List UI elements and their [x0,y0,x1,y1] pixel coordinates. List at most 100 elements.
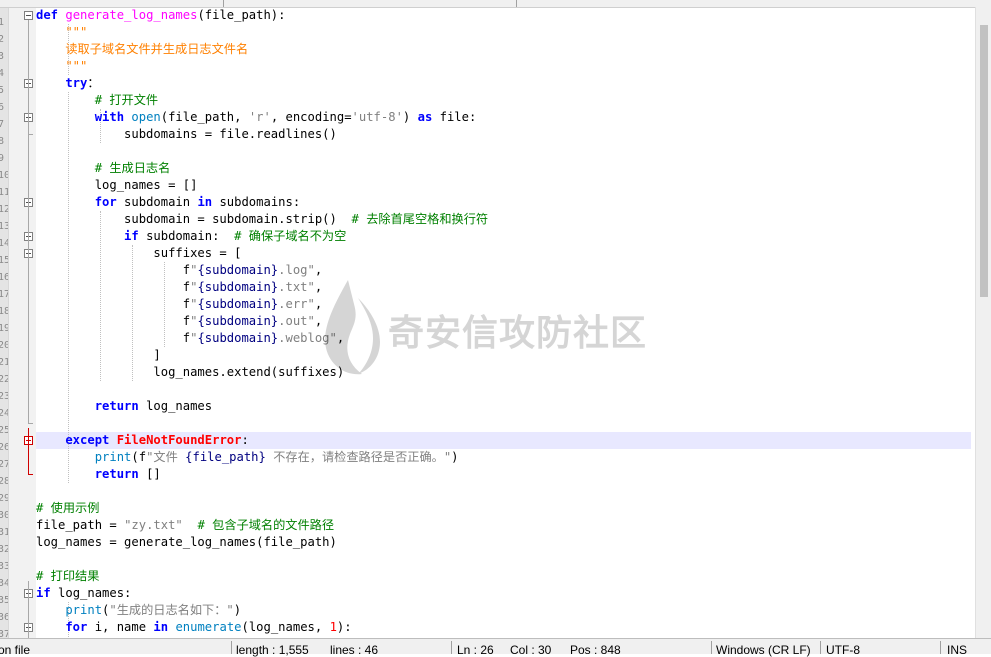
status-encoding[interactable]: UTF-8 [826,643,860,657]
line-number: 8 [0,136,5,147]
code-token: print [36,603,103,617]
code-line[interactable]: except FileNotFoundError: [36,432,248,449]
code-token: with [36,110,132,124]
code-line[interactable]: subdomains = file.readlines() [36,126,337,143]
code-line[interactable]: f"{subdomain}.weblog", [36,330,344,347]
code-line[interactable]: 读取子域名文件并生成日志文件名 [36,41,248,58]
code-line[interactable]: def generate_log_names(file_path): [36,7,286,24]
code-line[interactable]: f"{subdomain}.err", [36,296,322,313]
line-number: 27 [0,459,8,470]
code-token: print [36,450,132,464]
fold-toggle-icon[interactable] [24,11,33,20]
vertical-scrollbar[interactable] [975,7,991,638]
code-line[interactable]: subdomain = subdomain.strip() # 去除首尾空格和换… [36,211,488,228]
code-token: f [36,314,191,328]
code-token: [] [138,467,161,481]
code-line[interactable]: suffixes = [ [36,245,241,262]
code-line[interactable]: return log_names [36,398,212,415]
status-file-type: on file [0,643,31,657]
code-line[interactable]: for i, name in enumerate(log_names, 1): [36,619,351,636]
code-token: ) [233,603,242,617]
code-line[interactable]: if subdomain: # 确保子域名不为空 [36,228,346,245]
code-token: # 生成日志名 [36,161,171,175]
code-token: """ [36,25,88,39]
code-line[interactable]: for subdomain in subdomains: [36,194,301,211]
line-number: 31 [0,527,8,538]
code-line[interactable]: # 生成日志名 [36,160,171,177]
line-number: 36 [0,612,8,623]
code-line[interactable]: print(f"文件 {file_path} 不存在，请检查路径是否正确。") [36,449,459,466]
code-line[interactable]: # 使用示例 [36,500,99,517]
code-token: 1 [329,620,337,634]
code-line[interactable]: return [] [36,466,161,483]
code-token: f [36,280,191,294]
code-token: if [36,229,139,243]
code-token: in [197,195,213,209]
line-number: 19 [0,323,8,334]
code-token: ) [402,110,418,124]
code-line[interactable]: ] [36,347,161,364]
code-line[interactable]: try： [36,75,99,92]
code-line[interactable]: print("生成的日志名如下：") [36,602,241,619]
status-insert-mode[interactable]: INS [947,643,967,657]
line-number: 17 [0,289,8,300]
status-eol-format[interactable]: Windows (CR LF) [716,643,811,657]
line-number: 9 [0,153,5,164]
code-token: log_names = [] [36,178,198,192]
code-token: in [153,620,169,634]
code-line[interactable]: """ [36,58,87,75]
tab-bar-edge [0,0,991,8]
code-token: if [36,586,51,600]
status-bar: on file length : 1,555 lines : 46 Ln : 2… [0,638,991,657]
code-token: .out" [278,314,315,328]
code-token: """ [36,59,88,73]
code-token: for [36,620,88,634]
code-line[interactable]: f"{subdomain}.out", [36,313,322,330]
code-line[interactable]: if log_names: [36,585,131,602]
line-number: 7 [0,119,5,130]
watermark-logo-icon [325,280,380,375]
code-line[interactable]: log_names = generate_log_names(file_path… [36,534,337,551]
code-token: # 去除首尾空格和换行符 [351,212,489,226]
vertical-scrollbar-thumb[interactable] [980,25,988,297]
status-line-number: Ln : 26 [457,643,494,657]
code-line[interactable]: # 打印结果 [36,568,99,585]
code-token: open [131,110,161,124]
code-token: 读取子域名文件并生成日志文件名 [36,42,249,56]
line-number: 35 [0,595,8,606]
code-token: generate_log_names [65,8,198,22]
line-number: 33 [0,561,8,572]
code-token: file_path = [36,518,125,532]
code-token: i, name [87,620,154,634]
code-editor[interactable]: 1 2 3 4 5 6 7 8 9 10 11 12 13 14 15 16 17 18 19 20 21 22 23 24 2… [0,0,975,638]
fold-end-tick [28,423,33,424]
code-line[interactable]: f"{subdomain}.log", [36,262,322,279]
status-column: Col : 30 [510,643,552,657]
line-number: 24 [0,408,8,419]
code-line[interactable]: """ [36,24,87,41]
code-token: try [36,76,88,90]
code-line[interactable]: file_path = "zy.txt" # 包含子域名的文件路径 [36,517,334,534]
code-line[interactable]: log_names.extend(suffixes) [36,364,344,381]
code-line[interactable]: with open(file_path, 'r', encoding='utf-… [36,109,477,126]
fold-line [28,581,29,638]
code-token: except [36,433,117,447]
line-number: 6 [0,102,5,113]
code-token: subdomains = file.readlines() [36,127,337,141]
line-number: 1 [0,17,5,28]
code-token: ] [36,348,161,362]
code-line[interactable]: # 打开文件 [36,92,158,109]
code-token: f [36,297,191,311]
code-line[interactable]: f"{subdomain}.txt", [36,279,322,296]
code-token: # 打印结果 [36,569,100,583]
code-token: f [36,263,191,277]
line-number: 15 [0,255,8,266]
fold-end-tick [28,134,33,135]
line-number: 3 [0,51,5,62]
code-line[interactable]: log_names = [] [36,177,198,194]
code-token: subdomains: [212,195,301,209]
code-token: return [36,399,139,413]
line-number: 10 [0,170,8,181]
code-token: log_names: [50,586,132,600]
